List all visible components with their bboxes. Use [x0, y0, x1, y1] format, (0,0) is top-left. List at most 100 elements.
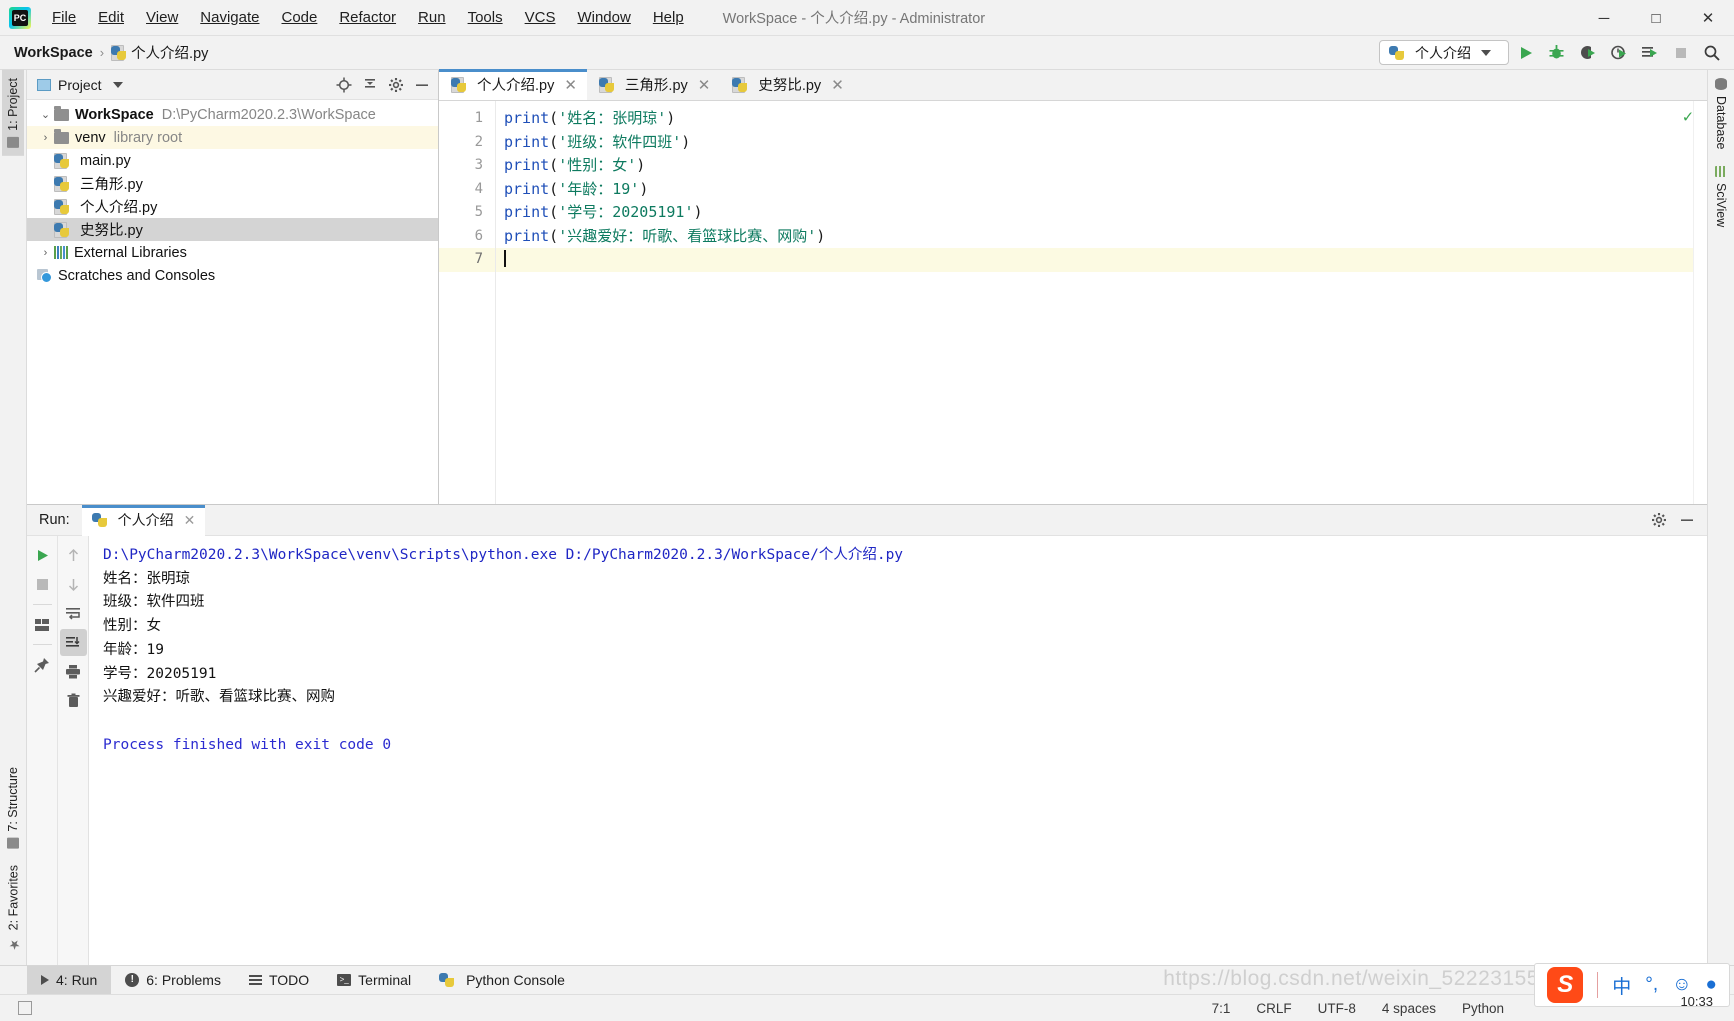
sidebar-item-database[interactable]: Database — [1710, 70, 1732, 158]
tree-item-main-py[interactable]: main.py — [27, 149, 438, 172]
ime-more-icon[interactable]: ● — [1706, 974, 1717, 996]
ime-mode-indicator[interactable]: 中 — [1612, 972, 1631, 999]
menu-item-navigate[interactable]: Navigate — [189, 0, 270, 36]
tree-item-venv[interactable]: › venv library root — [27, 126, 438, 149]
close-icon[interactable]: ✕ — [564, 76, 577, 94]
editor-scrollbar[interactable] — [1693, 101, 1707, 504]
file-encoding[interactable]: UTF-8 — [1318, 1001, 1356, 1016]
menu-item-file[interactable]: File — [41, 0, 87, 36]
menu-item-run[interactable]: Run — [407, 0, 457, 36]
menu-edit-label: Edit — [98, 8, 125, 26]
sidebar-item-database-label: Database — [1714, 96, 1728, 150]
settings-gear-icon[interactable] — [384, 73, 408, 97]
menu-item-view[interactable]: View — [135, 0, 189, 36]
collapse-all-icon[interactable] — [358, 73, 382, 97]
code-content[interactable]: print('姓名：张明琼') print('班级：软件四班') print('… — [496, 101, 1707, 504]
bottom-tab-todo[interactable]: TODO — [235, 966, 323, 995]
layout-icon[interactable] — [29, 611, 56, 638]
close-icon[interactable]: ✕ — [831, 76, 844, 94]
hide-icon[interactable] — [410, 73, 434, 97]
rerun-icon[interactable] — [29, 542, 56, 569]
python-file-icon — [54, 198, 69, 215]
pin-icon[interactable] — [29, 651, 56, 678]
menu-item-edit[interactable]: Edit — [87, 0, 135, 36]
close-icon[interactable]: ✕ — [184, 512, 196, 529]
editor-tab-shinubi[interactable]: 史努比.py ✕ — [720, 69, 853, 100]
title-bar: PC File Edit View Navigate Code Refactor… — [0, 0, 1734, 36]
menu-file-label: File — [52, 8, 77, 26]
bottom-tab-terminal[interactable]: >_ Terminal — [323, 966, 425, 995]
print-icon[interactable] — [60, 658, 87, 685]
ime-smiley-icon[interactable]: ☺ — [1672, 974, 1691, 996]
line-number: 6 — [474, 227, 483, 244]
menu-item-window[interactable]: Window — [566, 0, 641, 36]
external-libraries-icon — [54, 246, 68, 259]
bottom-tab-problems[interactable]: ! 6: Problems — [111, 966, 235, 995]
delete-icon[interactable] — [60, 687, 87, 714]
profile-icon[interactable] — [1604, 38, 1633, 67]
sidebar-item-project[interactable]: 1: Project — [2, 70, 24, 156]
settings-gear-icon[interactable] — [1647, 508, 1671, 532]
locate-icon[interactable] — [332, 73, 356, 97]
line-separator[interactable]: CRLF — [1256, 1001, 1291, 1016]
code-string: '班级：软件四班' — [558, 132, 682, 151]
inspection-status-icon[interactable]: ✓ — [1683, 107, 1693, 127]
sidebar-item-sciview[interactable]: SciView — [1710, 158, 1732, 235]
hide-icon[interactable] — [1675, 508, 1699, 532]
center-area: Project ⌄ WorkSpace D:\PyCharm2020.2.3\W… — [27, 69, 1707, 965]
caret-position[interactable]: 7:1 — [1212, 1001, 1231, 1016]
ime-punctuation-icon[interactable]: °, — [1645, 974, 1658, 996]
chevron-right-icon[interactable]: › — [37, 247, 54, 259]
breadcrumb-root[interactable]: WorkSpace — [14, 45, 93, 61]
tree-item-external-libraries[interactable]: › External Libraries — [27, 241, 438, 264]
stop-icon[interactable] — [1666, 38, 1695, 67]
sidebar-item-structure[interactable]: 7: Structure — [2, 759, 24, 857]
menu-item-code[interactable]: Code — [270, 0, 328, 36]
run-configuration-selector[interactable]: 个人介绍 — [1379, 40, 1509, 65]
close-icon[interactable]: ✕ — [698, 76, 711, 94]
stop-icon[interactable] — [29, 571, 56, 598]
chevron-down-icon[interactable]: ⌄ — [37, 108, 54, 121]
maximize-button[interactable]: □ — [1630, 0, 1682, 36]
status-indicator-icon[interactable] — [18, 1001, 32, 1015]
soft-wrap-icon[interactable] — [60, 600, 87, 627]
run-icon[interactable] — [1511, 38, 1540, 67]
editor-tab-bar: 个人介绍.py ✕ 三角形.py ✕ 史努比.py ✕ — [439, 69, 1707, 101]
menu-item-tools[interactable]: Tools — [457, 0, 514, 36]
tree-item-gerenjieshao-py[interactable]: 个人介绍.py — [27, 195, 438, 218]
down-arrow-icon[interactable] — [60, 571, 87, 598]
run-tab-gerenjieshao[interactable]: 个人介绍 ✕ — [81, 504, 206, 536]
project-tool-window: Project ⌄ WorkSpace D:\PyCharm2020.2.3\W… — [27, 70, 439, 504]
code-editor[interactable]: 1 2 3 4 5 6 7 print('姓名：张明琼') print('班级：… — [439, 101, 1707, 504]
search-everywhere-icon[interactable] — [1697, 38, 1726, 67]
menu-item-vcs[interactable]: VCS — [514, 0, 567, 36]
chevron-right-icon[interactable]: › — [37, 132, 54, 144]
breadcrumb-file[interactable]: 个人介绍.py — [111, 42, 208, 63]
minimize-button[interactable]: ─ — [1578, 0, 1630, 36]
run-with-console-icon[interactable] — [1635, 38, 1664, 67]
editor-tab-sanjiaoxing-label: 三角形.py — [624, 78, 688, 94]
sogou-ime-icon[interactable]: S — [1547, 967, 1584, 1003]
menu-item-refactor[interactable]: Refactor — [328, 0, 407, 36]
close-button[interactable]: ✕ — [1682, 0, 1734, 36]
tree-item-workspace[interactable]: ⌄ WorkSpace D:\PyCharm2020.2.3\WorkSpace — [27, 103, 438, 126]
folder-icon — [54, 105, 69, 121]
python-interpreter[interactable]: Python — [1462, 1001, 1504, 1016]
tree-item-scratches[interactable]: Scratches and Consoles — [27, 264, 438, 287]
indent-setting[interactable]: 4 spaces — [1382, 1001, 1436, 1016]
tree-item-sanjiaoxing-py[interactable]: 三角形.py — [27, 172, 438, 195]
sidebar-item-favorites[interactable]: ★ 2: Favorites — [2, 857, 25, 959]
up-arrow-icon[interactable] — [60, 542, 87, 569]
run-console-output[interactable]: D:\PyCharm2020.2.3\WorkSpace\venv\Script… — [89, 536, 1707, 965]
bottom-tab-python-console[interactable]: Python Console — [425, 966, 579, 995]
project-panel-title[interactable]: Project — [37, 77, 123, 93]
menu-item-help[interactable]: Help — [642, 0, 695, 36]
bottom-tab-run[interactable]: 4: Run — [27, 965, 112, 995]
tree-item-main-py-label: main.py — [80, 152, 131, 169]
debug-icon[interactable] — [1542, 38, 1571, 67]
tree-item-shinubi-py[interactable]: 史努比.py — [27, 218, 438, 241]
run-coverage-icon[interactable] — [1573, 38, 1602, 67]
scroll-to-end-icon[interactable] — [59, 629, 87, 656]
editor-tab-gerenjieshao[interactable]: 个人介绍.py ✕ — [439, 69, 587, 100]
editor-tab-sanjiaoxing[interactable]: 三角形.py ✕ — [587, 69, 720, 100]
